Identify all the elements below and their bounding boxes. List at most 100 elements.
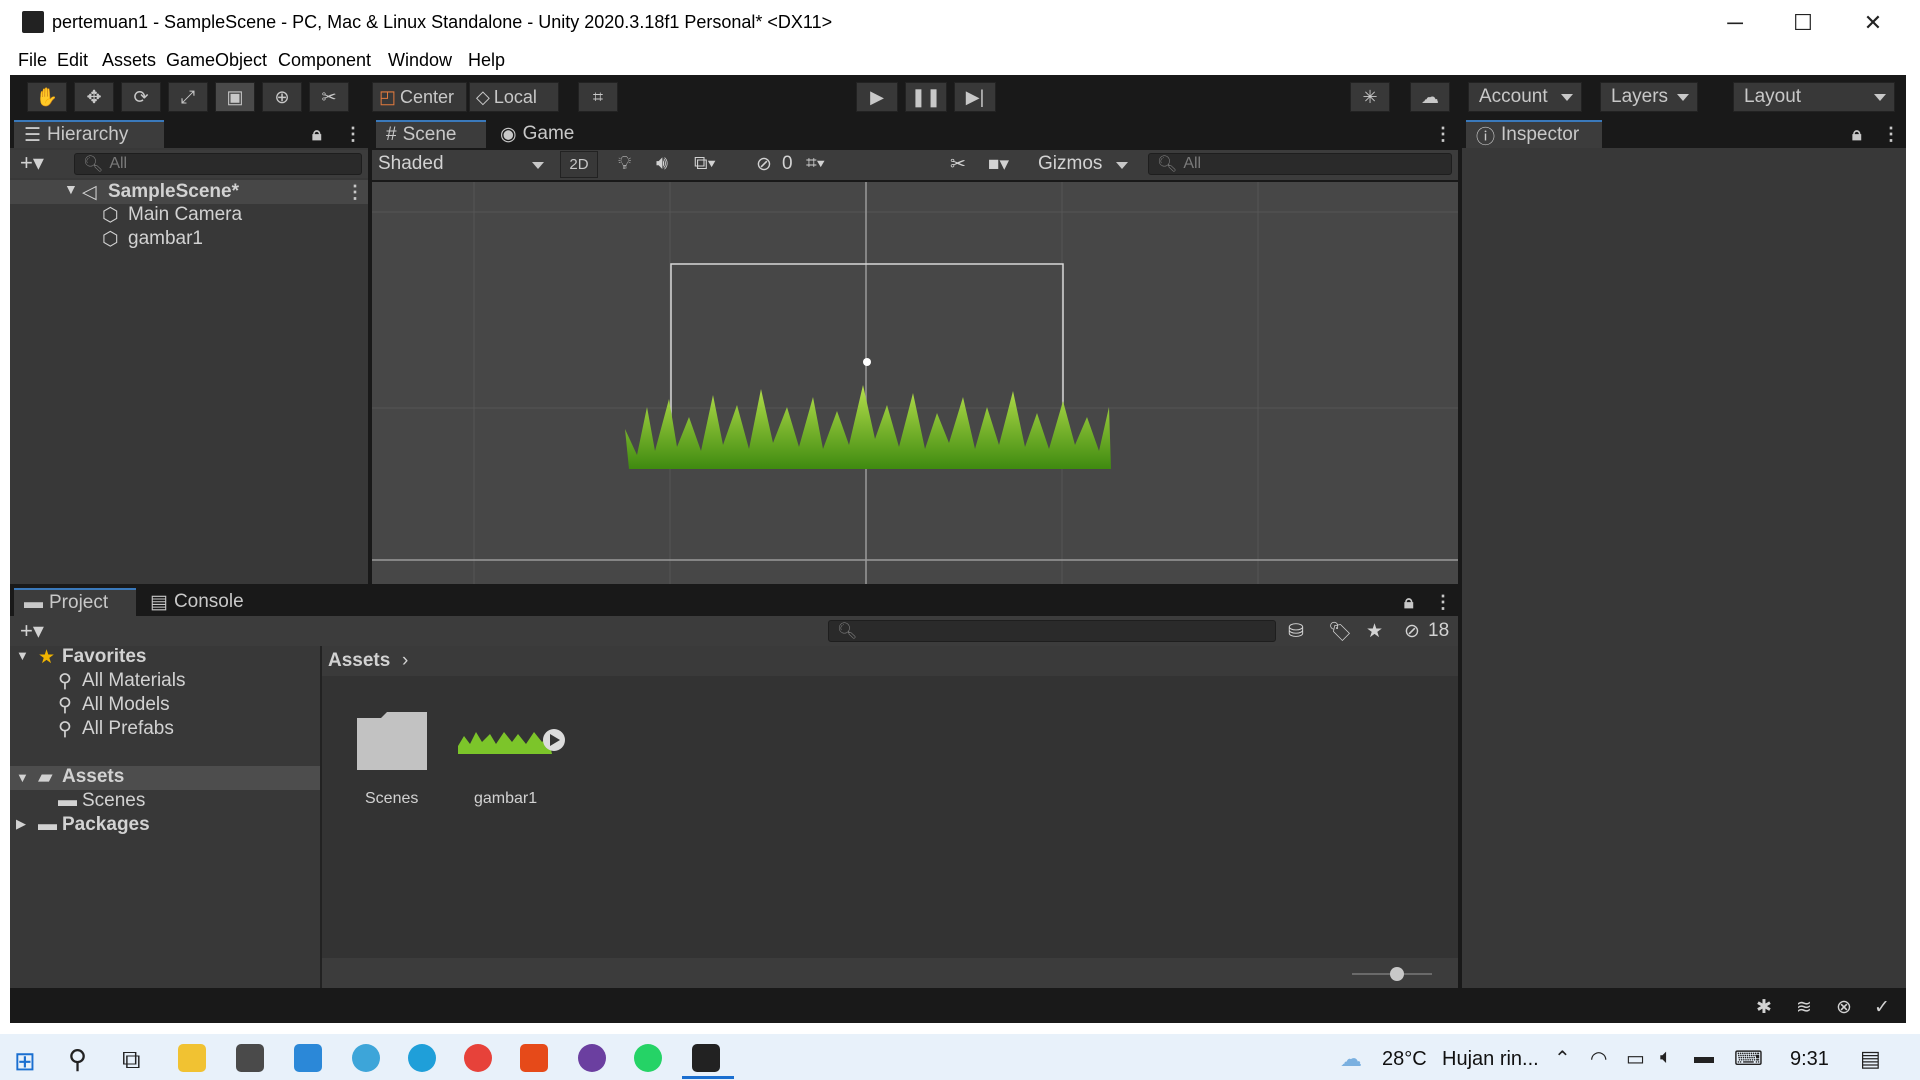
weather-temp[interactable]: 28°C xyxy=(1382,1048,1427,1071)
expand-arrow-icon[interactable]: ▼ xyxy=(16,770,29,785)
cloud-icon[interactable]: ☁ xyxy=(1410,82,1450,112)
pause-button[interactable]: ❚❚ xyxy=(905,82,947,112)
lighting-icon[interactable]: 💡︎ xyxy=(618,153,631,175)
hierarchy-item-gambar1[interactable]: gambar1 xyxy=(128,228,203,250)
hand-tool-icon[interactable]: ✋ xyxy=(27,82,67,112)
clock-time[interactable]: 9:31 xyxy=(1790,1048,1829,1071)
grid-snap-icon[interactable]: ⌗ xyxy=(578,82,618,112)
tab-scene[interactable]: # Scene xyxy=(376,120,486,148)
cache-icon[interactable]: ≋ xyxy=(1796,996,1812,1019)
notifications-icon[interactable]: ▤ xyxy=(1860,1046,1881,1072)
music-app-icon[interactable] xyxy=(578,1044,606,1072)
windows-start-icon[interactable]: ⊞ xyxy=(14,1046,36,1077)
collab-icon[interactable]: ✳ xyxy=(1350,82,1390,112)
tab-hierarchy[interactable]: ☰ Hierarchy xyxy=(14,120,164,148)
scene-options-icon[interactable]: ⋮ xyxy=(346,182,364,203)
project-search-input[interactable]: 🔍︎ xyxy=(828,620,1276,642)
lock-icon[interactable]: 🔒︎ xyxy=(1852,124,1862,145)
breadcrumb-assets[interactable]: Assets xyxy=(328,650,390,672)
battery-icon[interactable]: ▬ xyxy=(1694,1046,1714,1069)
create-add-button[interactable]: +▾ xyxy=(20,618,44,644)
hierarchy-item-main-camera[interactable]: Main Camera xyxy=(128,204,242,226)
gambar1-grass-sprite[interactable] xyxy=(617,377,1117,477)
asset-gambar1-label[interactable]: gambar1 xyxy=(474,790,537,808)
asset-scenes-label[interactable]: Scenes xyxy=(365,790,418,808)
favorites-label[interactable]: Favorites xyxy=(62,646,146,668)
favorite-all-prefabs[interactable]: All Prefabs xyxy=(82,718,174,740)
hidden-packages-icon[interactable]: ⊘ xyxy=(1404,620,1420,643)
create-add-button[interactable]: +▾ xyxy=(20,150,44,176)
file-explorer-icon[interactable] xyxy=(178,1044,206,1072)
menu-window[interactable]: Window xyxy=(388,50,452,71)
grid-visibility-icon[interactable]: ⌗▾ xyxy=(806,153,825,175)
more-options-icon[interactable]: ⋮ xyxy=(1434,592,1452,613)
favorite-all-models[interactable]: All Models xyxy=(82,694,170,716)
search-icon[interactable]: ⚲ xyxy=(68,1044,87,1075)
move-tool-icon[interactable]: ✥ xyxy=(74,82,114,112)
effects-icon[interactable]: ⧉▾ xyxy=(694,153,716,175)
minimize-button[interactable]: ─ xyxy=(1710,6,1760,40)
folder-icon[interactable] xyxy=(355,710,429,772)
icon-size-slider-thumb[interactable] xyxy=(1390,967,1404,981)
task-view-icon[interactable]: ⧉ xyxy=(122,1044,141,1076)
more-options-icon[interactable]: ⋮ xyxy=(1434,124,1452,145)
volume-icon[interactable]: 🔈︎ xyxy=(1660,1046,1672,1069)
play-button[interactable]: ▶ xyxy=(856,82,898,112)
whatsapp-icon[interactable] xyxy=(634,1044,662,1072)
lock-icon[interactable]: 🔒︎ xyxy=(312,124,322,145)
check-icon[interactable]: ✓ xyxy=(1874,996,1890,1019)
mode-2d-toggle[interactable]: 2D xyxy=(560,151,598,178)
rect-tool-icon[interactable]: ▣ xyxy=(215,82,255,112)
menu-assets[interactable]: Assets xyxy=(102,50,156,71)
chevron-down-icon[interactable] xyxy=(532,162,544,169)
gizmos-dropdown[interactable]: Gizmos xyxy=(1038,153,1102,175)
maximize-button[interactable]: ☐ xyxy=(1778,6,1828,40)
search-by-label-icon[interactable]: 🏷︎ xyxy=(1328,620,1352,644)
menu-component[interactable]: Component xyxy=(278,50,371,71)
weather-icon[interactable]: ☁ xyxy=(1340,1046,1362,1072)
scale-tool-icon[interactable]: ⤢ xyxy=(168,82,208,112)
chat-app-icon[interactable] xyxy=(352,1044,380,1072)
menu-file[interactable]: File xyxy=(18,50,47,71)
lock-icon[interactable]: 🔒︎ xyxy=(1404,592,1414,613)
chevron-up-icon[interactable]: ⌃ xyxy=(1554,1046,1571,1071)
keyboard-icon[interactable]: ⌨ xyxy=(1734,1046,1763,1071)
pivot-center-toggle[interactable]: ◰ Center xyxy=(372,82,467,112)
weather-text[interactable]: Hujan rin... xyxy=(1442,1048,1539,1071)
account-dropdown[interactable]: Account xyxy=(1468,82,1582,112)
menu-edit[interactable]: Edit xyxy=(57,50,88,71)
hidden-objects-icon[interactable]: ⊘ xyxy=(756,153,772,176)
pivot-local-toggle[interactable]: ◇ Local xyxy=(469,82,559,112)
store-icon[interactable] xyxy=(236,1044,264,1072)
bug-icon[interactable]: ✱ xyxy=(1756,996,1772,1019)
audio-icon[interactable]: 🔊︎ xyxy=(656,153,668,175)
tree-scenes-label[interactable]: Scenes xyxy=(82,790,145,812)
gambar1-thumbnail[interactable] xyxy=(456,726,570,756)
shading-mode-dropdown[interactable]: Shaded xyxy=(378,153,444,175)
chrome-icon[interactable] xyxy=(464,1044,492,1072)
more-options-icon[interactable]: ⋮ xyxy=(344,124,362,145)
close-button[interactable]: ✕ xyxy=(1848,6,1898,40)
hierarchy-search-input[interactable]: 🔍︎ All xyxy=(74,153,362,175)
layout-dropdown[interactable]: Layout xyxy=(1733,82,1895,112)
tab-game[interactable]: ◉ Game xyxy=(490,120,600,148)
tools-icon[interactable]: ✂ xyxy=(950,153,966,176)
menu-help[interactable]: Help xyxy=(468,50,505,71)
tab-inspector[interactable]: ⓘ Inspector xyxy=(1466,120,1602,148)
layers-dropdown[interactable]: Layers xyxy=(1600,82,1698,112)
l-app-icon[interactable] xyxy=(294,1044,322,1072)
network-icon[interactable]: ⊗ xyxy=(1836,996,1852,1019)
scene-viewport[interactable] xyxy=(372,182,1458,584)
tab-project[interactable]: ▬ Project xyxy=(14,588,136,616)
collapsed-arrow-icon[interactable]: ▶ xyxy=(16,816,26,832)
transform-tool-icon[interactable]: ⊕ xyxy=(262,82,302,112)
favorite-all-materials[interactable]: All Materials xyxy=(82,670,185,692)
chevron-down-icon[interactable] xyxy=(1116,162,1128,169)
tree-packages-label[interactable]: Packages xyxy=(62,814,150,836)
expand-arrow-icon[interactable]: ▼ xyxy=(16,648,29,663)
wifi-icon[interactable]: ◠ xyxy=(1590,1046,1607,1071)
scene-search-input[interactable]: 🔍︎ All xyxy=(1148,153,1452,175)
step-button[interactable]: ▶| xyxy=(954,82,996,112)
camera-icon[interactable]: ■▾ xyxy=(988,153,1009,176)
rotate-tool-icon[interactable]: ⟳ xyxy=(121,82,161,112)
